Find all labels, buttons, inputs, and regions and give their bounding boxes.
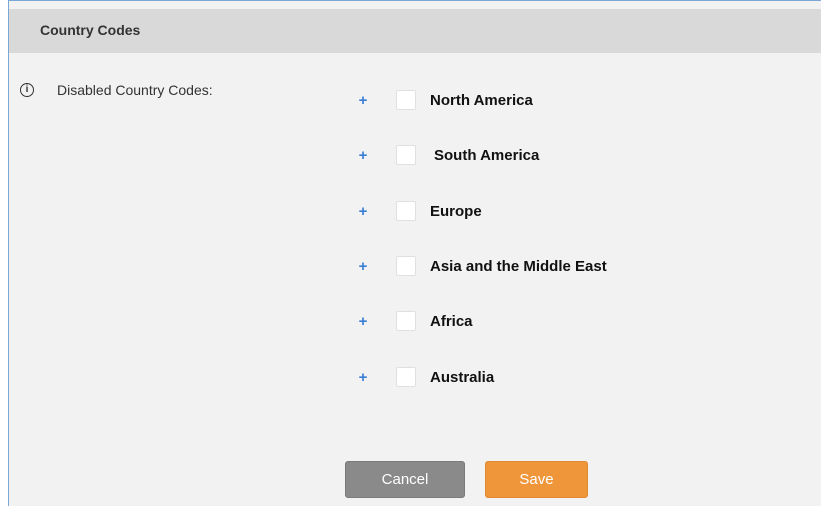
region-row-asia-middle-east: + Asia and the Middle East [358, 254, 607, 278]
expand-plus-icon[interactable]: + [358, 313, 368, 330]
region-row-africa: + Africa [358, 309, 473, 333]
expand-plus-icon[interactable]: + [358, 92, 368, 109]
country-codes-panel: Country Codes i Disabled Country Codes: … [8, 0, 821, 506]
region-label: North America [430, 91, 533, 109]
region-label: Australia [430, 368, 495, 386]
section-title: Country Codes [40, 22, 141, 38]
region-row-south-america: + South America [358, 143, 539, 167]
region-label: South America [434, 146, 540, 164]
region-row-australia: + Australia [358, 365, 494, 389]
region-checkbox[interactable] [396, 201, 416, 221]
region-label: Asia and the Middle East [430, 257, 607, 275]
region-row-europe: + Europe [358, 199, 482, 223]
region-label: Africa [430, 312, 473, 330]
info-icon[interactable]: i [20, 83, 34, 97]
save-button[interactable]: Save [485, 461, 588, 498]
region-checkbox[interactable] [396, 90, 416, 110]
region-label: Europe [430, 202, 482, 220]
cancel-button[interactable]: Cancel [345, 461, 465, 498]
region-checkbox[interactable] [396, 256, 416, 276]
region-row-north-america: + North America [358, 88, 533, 112]
expand-plus-icon[interactable]: + [358, 369, 368, 386]
field-label: Disabled Country Codes: [57, 82, 213, 98]
field-label-group: i Disabled Country Codes: [20, 82, 213, 98]
expand-plus-icon[interactable]: + [358, 147, 368, 164]
region-checkbox[interactable] [396, 311, 416, 331]
section-header: Country Codes [9, 9, 821, 53]
expand-plus-icon[interactable]: + [358, 203, 368, 220]
region-checkbox[interactable] [396, 145, 416, 165]
region-checkbox[interactable] [396, 367, 416, 387]
expand-plus-icon[interactable]: + [358, 258, 368, 275]
